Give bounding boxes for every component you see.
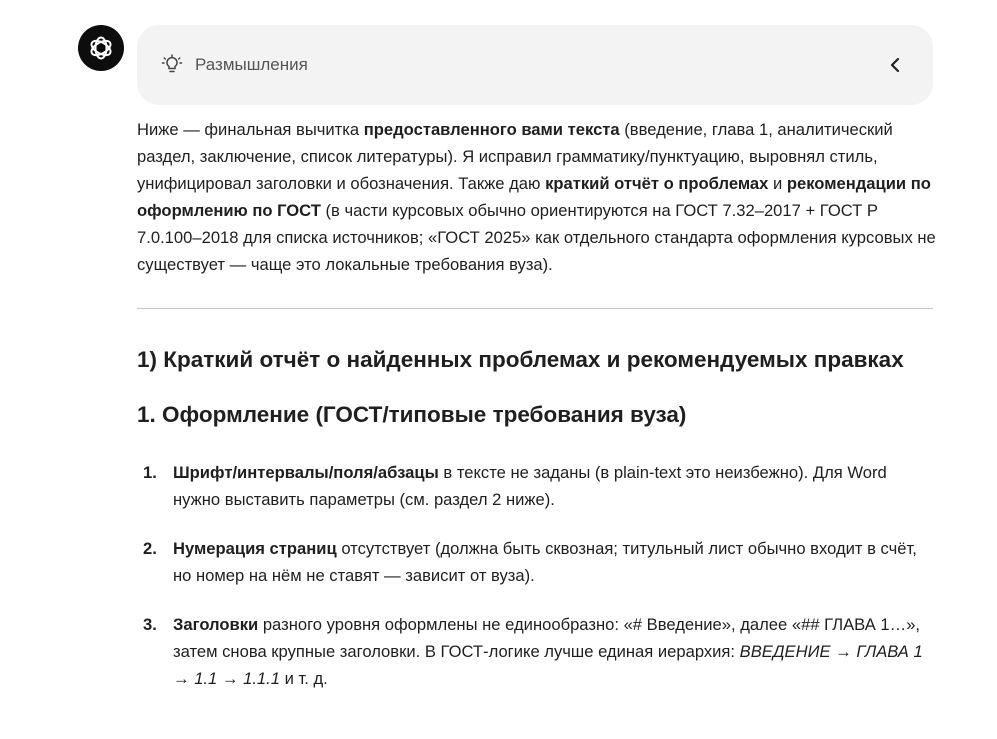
chevron-left-icon[interactable] — [885, 54, 907, 76]
intro-text: Ниже — финальная вычитка — [137, 120, 364, 139]
intro-bold-text: предоставленного вами текста — [363, 120, 620, 139]
lightbulb-icon — [161, 54, 183, 76]
list-item: 3. Заголовки разного уровня оформлены не… — [137, 611, 937, 692]
assistant-avatar — [78, 25, 124, 71]
list-item-bold: Шрифт/интервалы/поля/абзацы — [173, 463, 439, 482]
list-item-text: Нумерация страниц отсутствует (должна бы… — [173, 535, 937, 589]
list-item-number: 3. — [143, 615, 157, 634]
list-item: 1. Шрифт/интервалы/поля/абзацы в тексте … — [137, 459, 937, 513]
section-divider — [137, 308, 933, 309]
thinking-panel[interactable]: Размышления — [137, 25, 933, 105]
formatting-heading: 1. Оформление (ГОСТ/типовые требования в… — [137, 402, 687, 427]
list-item-plain: и т. д. — [280, 669, 328, 688]
intro-bold-text: краткий отчёт о проблемах — [545, 174, 769, 193]
thinking-label: Размышления — [195, 55, 308, 74]
list-item-number: 2. — [143, 539, 157, 558]
assistant-message: Ниже — финальная вычитка предоставленног… — [137, 116, 937, 714]
list-item-bold: Заголовки — [173, 615, 259, 634]
intro-paragraph: Ниже — финальная вычитка предоставленног… — [137, 116, 937, 278]
list-item: 2. Нумерация страниц отсутствует (должна… — [137, 535, 937, 589]
chatgpt-logo-icon — [90, 36, 112, 60]
list-item-text: Шрифт/интервалы/поля/абзацы в тексте не … — [173, 459, 937, 513]
issues-list: 1. Шрифт/интервалы/поля/абзацы в тексте … — [137, 459, 937, 692]
list-item-number: 1. — [143, 463, 157, 482]
report-heading: 1) Краткий отчёт о найденных проблемах и… — [137, 347, 904, 372]
list-item-bold: Нумерация страниц — [173, 539, 337, 558]
intro-text: и — [768, 174, 787, 193]
list-item-text: Заголовки разного уровня оформлены не ед… — [173, 611, 937, 692]
